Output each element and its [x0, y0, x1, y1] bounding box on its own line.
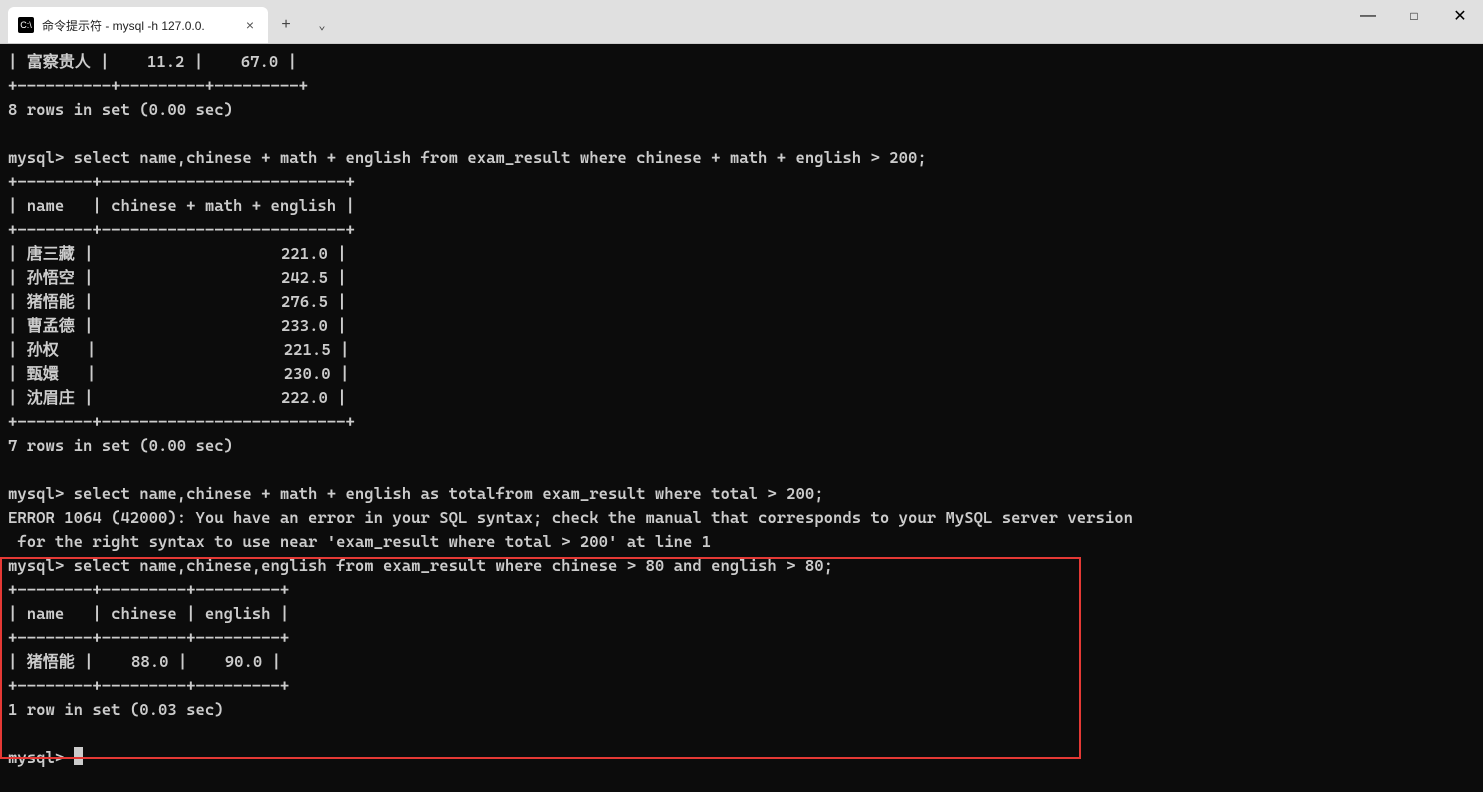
query: select name,chinese + math + english fro…	[74, 148, 927, 167]
maximize-icon: □	[1410, 9, 1417, 23]
output-line: 1 row in set (0.03 sec)	[8, 700, 224, 719]
table-row: | 沈眉庄 | 222.0 |	[8, 388, 347, 407]
close-window-button[interactable]: ✕	[1437, 0, 1483, 32]
prompt: mysql>	[8, 484, 64, 503]
table-row: | 猪悟能 | 276.5 |	[8, 292, 347, 311]
window-controls: — □ ✕	[1345, 0, 1483, 44]
error-line: ERROR 1064 (42000): You have an error in…	[8, 508, 1133, 527]
table-header: | name | chinese + math + english |	[8, 196, 355, 215]
table-row: | 孙权 | 221.5 |	[8, 340, 349, 359]
titlebar: C:\ 命令提示符 - mysql -h 127.0.0. × + ⌄ — □ …	[0, 0, 1483, 44]
close-icon: ✕	[1453, 6, 1466, 26]
table-row: | 甄嬛 | 230.0 |	[8, 364, 349, 383]
new-tab-button[interactable]: +	[268, 7, 304, 43]
plus-icon: +	[281, 16, 291, 34]
error-line: for the right syntax to use near 'exam_r…	[8, 532, 711, 551]
table-row: | 曹孟德 | 233.0 |	[8, 316, 347, 335]
table-border: +--------+---------+---------+	[8, 676, 289, 695]
table-border: +--------+--------------------------+	[8, 412, 355, 431]
minimize-button[interactable]: —	[1345, 0, 1391, 32]
output-line: 8 rows in set (0.00 sec)	[8, 100, 233, 119]
tab-title: 命令提示符 - mysql -h 127.0.0.	[42, 17, 234, 34]
output-line: | 富察贵人 | 11.2 | 67.0 |	[8, 52, 297, 71]
prompt: mysql>	[8, 148, 64, 167]
query: select name,chinese + math + english as …	[74, 484, 824, 503]
cmd-icon: C:\	[18, 17, 34, 33]
table-row: | 唐三藏 | 221.0 |	[8, 244, 347, 263]
prompt: mysql>	[8, 556, 64, 575]
chevron-down-icon: ⌄	[318, 18, 325, 33]
prompt: mysql>	[8, 748, 64, 767]
table-row: | 猪悟能 | 88.0 | 90.0 |	[8, 652, 281, 671]
table-row: | 孙悟空 | 242.5 |	[8, 268, 347, 287]
table-header: | name | chinese | english |	[8, 604, 289, 623]
query: select name,chinese,english from exam_re…	[74, 556, 833, 575]
table-border: +--------+---------+---------+	[8, 628, 289, 647]
tab-active[interactable]: C:\ 命令提示符 - mysql -h 127.0.0. ×	[8, 7, 268, 43]
minimize-icon: —	[1360, 7, 1376, 25]
terminal-output[interactable]: | 富察贵人 | 11.2 | 67.0 | +----------+-----…	[0, 44, 1483, 792]
close-tab-icon[interactable]: ×	[242, 17, 258, 33]
tab-dropdown-button[interactable]: ⌄	[304, 7, 340, 43]
output-line: +----------+---------+---------+	[8, 76, 308, 95]
table-border: +--------+--------------------------+	[8, 172, 355, 191]
output-line: 7 rows in set (0.00 sec)	[8, 436, 233, 455]
maximize-button[interactable]: □	[1391, 0, 1437, 32]
table-border: +--------+---------+---------+	[8, 580, 289, 599]
table-border: +--------+--------------------------+	[8, 220, 355, 239]
text-cursor	[74, 747, 83, 765]
